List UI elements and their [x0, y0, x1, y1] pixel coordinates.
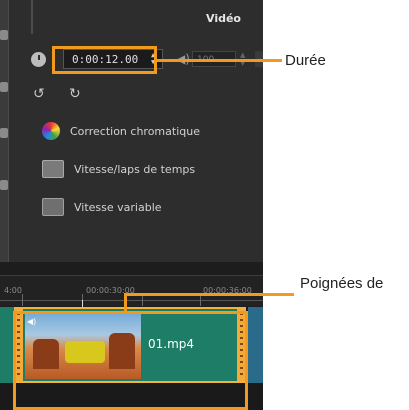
tool-icon[interactable]: [0, 82, 8, 92]
feature-color-correction[interactable]: Correction chromatique: [42, 122, 200, 140]
left-toolbar: [0, 0, 8, 262]
clock-icon: [31, 52, 46, 67]
feature-label: Correction chromatique: [70, 124, 200, 138]
panel-divider: [31, 0, 33, 34]
feature-variable-speed[interactable]: Vitesse variable: [42, 198, 162, 216]
timeline-ruler[interactable]: 4:00 00:00:30:00 00:00:36:00: [0, 275, 263, 306]
feature-label: Vitesse variable: [74, 200, 162, 214]
tick: [22, 294, 23, 306]
duration-callout-line: [157, 59, 282, 62]
tool-icon[interactable]: [0, 30, 8, 40]
next-clip[interactable]: [248, 307, 263, 383]
duration-row: [31, 52, 46, 67]
rotate-right-icon[interactable]: ↻: [69, 86, 81, 102]
ruler-line: [0, 300, 263, 301]
trim-handles-highlight: [13, 311, 248, 410]
duration-callout-label: Durée: [285, 52, 326, 69]
variable-speed-icon: [42, 198, 64, 216]
panel-title: Vidéo: [206, 12, 241, 25]
rotate-left-icon[interactable]: ↺: [33, 86, 45, 102]
tick-label: 4:00: [4, 286, 22, 295]
tool-icon[interactable]: [0, 128, 8, 138]
color-wheel-icon: [42, 122, 60, 140]
speed-icon: [42, 160, 64, 178]
options-panel: Vidéo 0:00:12.00 ▲▼ ◀) 100 ▲▼ ↺ ↻ Correc…: [8, 0, 263, 262]
handles-callout-label: Poignées de: [300, 275, 384, 292]
feature-label: Vitesse/laps de temps: [74, 162, 196, 176]
tool-icon[interactable]: [0, 180, 8, 190]
handles-callout-top: [124, 293, 294, 296]
previous-clip[interactable]: [0, 307, 14, 383]
feature-speed-timelapse[interactable]: Vitesse/laps de temps: [42, 160, 195, 178]
duration-highlight: [52, 46, 157, 74]
